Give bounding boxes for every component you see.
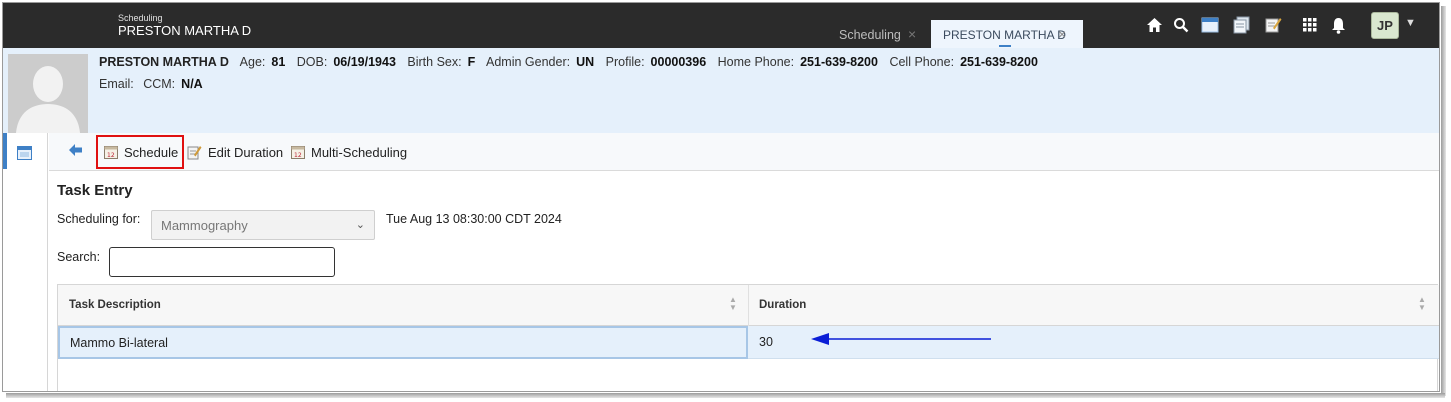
cell-phone-label: Cell Phone: (889, 55, 955, 69)
module-label: Scheduling (118, 13, 163, 23)
dob-label: DOB: (296, 55, 328, 69)
page-title: Task Entry (57, 182, 133, 199)
birth-sex-value: F (467, 55, 476, 69)
annotation-highlight-box (96, 135, 184, 169)
dob-value: 06/19/1943 (333, 55, 396, 69)
multi-schedule-calendar-icon: 12 (291, 145, 305, 159)
annotation-arrow (811, 333, 991, 345)
top-bar: Scheduling PRESTON MARTHA D Scheduling ×… (3, 3, 1439, 48)
search-input[interactable] (109, 247, 335, 277)
column-header-task-description[interactable]: Task Description (69, 299, 161, 311)
age-value: 81 (271, 55, 286, 69)
multi-scheduling-button[interactable]: 12 Multi-Scheduling (291, 142, 407, 162)
left-rail (3, 133, 48, 391)
scheduling-for-select[interactable]: Mammography ⌄ (151, 210, 375, 240)
patient-photo-placeholder (8, 54, 88, 133)
task-description-cell[interactable]: Mammo Bi-lateral (58, 326, 748, 359)
home-phone-label: Home Phone: (717, 55, 795, 69)
calendar-window-icon[interactable] (1200, 15, 1220, 35)
edit-duration-label: Edit Duration (208, 144, 284, 160)
user-avatar[interactable]: JP (1371, 12, 1399, 39)
back-arrow-icon[interactable] (69, 144, 83, 159)
column-divider (748, 285, 749, 326)
task-entry-panel: Task Entry Scheduling for: Mammography ⌄… (49, 172, 1439, 391)
ccm-value: N/A (181, 77, 203, 91)
profile-value: 00000396 (650, 55, 707, 69)
cell-phone-value: 251-639-8200 (960, 55, 1038, 69)
close-icon[interactable]: × (1058, 26, 1066, 42)
tab-patient[interactable]: PRESTON MARTHA D × (931, 20, 1083, 48)
home-phone-value: 251-639-8200 (800, 55, 878, 69)
profile-label: Profile: (605, 55, 645, 69)
task-grid: Task Description ▲ ▼ Duration ▲ ▼ Mammo Bi… (57, 284, 1439, 391)
table-row[interactable]: Mammo Bi-lateral 30 (58, 326, 1439, 359)
tab-label: Scheduling (839, 28, 901, 42)
apps-grid-icon[interactable] (1300, 15, 1320, 35)
ccm-label: CCM: (143, 77, 176, 91)
window-title: PRESTON MARTHA D (118, 23, 252, 38)
sort-icon[interactable]: ▲ ▼ (1418, 296, 1426, 312)
search-label: Search: (57, 250, 101, 264)
birth-sex-label: Birth Sex: (407, 55, 462, 69)
application-window: Scheduling PRESTON MARTHA D Scheduling ×… (2, 2, 1440, 392)
window-shadow-right (1441, 6, 1446, 396)
multi-scheduling-label: Multi-Scheduling (311, 144, 408, 160)
notes-icon[interactable] (1263, 15, 1283, 35)
bell-icon[interactable] (1328, 15, 1348, 35)
grid-header: Task Description ▲ ▼ Duration ▲ ▼ (58, 285, 1439, 326)
patient-banner: PRESTON MARTHA D Age: 81 DOB: 06/19/1943 B… (3, 48, 1439, 133)
documents-icon[interactable] (1231, 15, 1251, 35)
tab-label: PRESTON MARTHA D (943, 28, 1066, 42)
patient-contact: Email: CCM: N/A (99, 77, 211, 91)
close-icon[interactable]: × (908, 26, 916, 42)
edit-duration-button[interactable]: Edit Duration (187, 142, 283, 162)
scheduling-for-label: Scheduling for: (57, 212, 141, 226)
chevron-down-icon[interactable]: ▼ (1405, 17, 1416, 29)
column-header-duration[interactable]: Duration (759, 299, 806, 311)
search-icon[interactable] (1171, 15, 1191, 35)
admin-gender-label: Admin Gender: (486, 55, 571, 69)
patient-demographics: PRESTON MARTHA D Age: 81 DOB: 06/19/1943 B… (99, 55, 1046, 69)
appointment-datetime: Tue Aug 13 08:30:00 CDT 2024 (386, 212, 562, 226)
patient-name: PRESTON MARTHA D (99, 55, 229, 69)
calendar-icon[interactable] (17, 146, 32, 163)
rail-selection-indicator (3, 133, 7, 169)
email-label: Email: (99, 77, 134, 91)
window-shadow-bottom (6, 393, 1445, 398)
sort-icon[interactable]: ▲ ▼ (729, 296, 737, 312)
svg-text:12: 12 (294, 152, 302, 159)
tab-active-indicator (999, 45, 1011, 47)
scheduling-for-value: Mammography (161, 218, 248, 233)
chevron-down-icon: ⌄ (355, 219, 365, 231)
admin-gender-value: UN (576, 55, 595, 69)
age-label: Age: (239, 55, 266, 69)
edit-note-icon (187, 145, 202, 160)
home-icon[interactable] (1144, 15, 1164, 35)
toolbar: 12 Schedule Edit Duration 12 Multi-Sched… (49, 133, 1439, 171)
tab-scheduling[interactable]: Scheduling × (831, 20, 931, 48)
